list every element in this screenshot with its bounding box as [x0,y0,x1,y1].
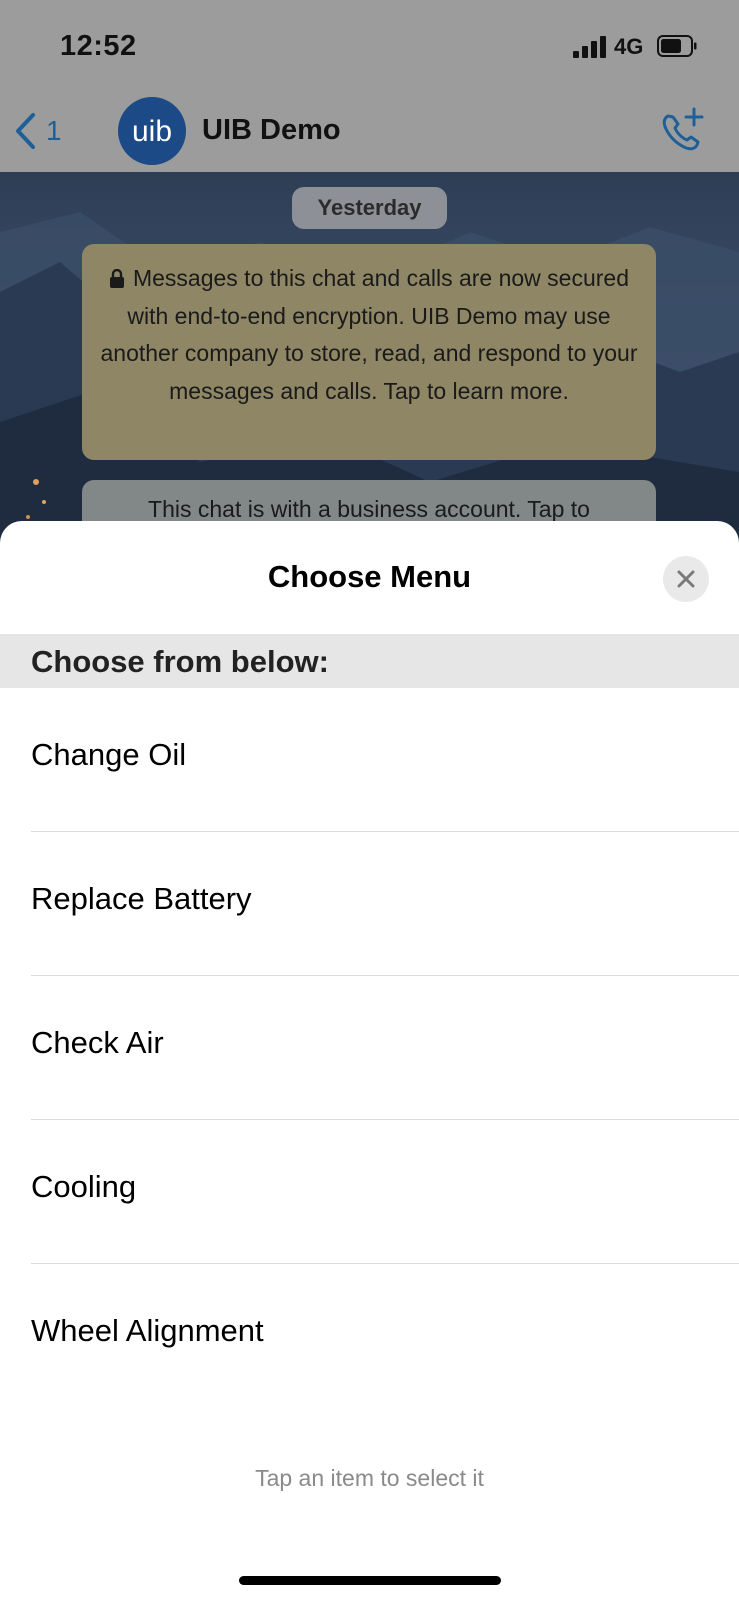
menu-option[interactable]: Replace Battery [0,832,739,976]
menu-option[interactable]: Change Oil [0,688,739,832]
phone-add-icon[interactable] [656,104,708,156]
close-icon [677,570,695,588]
menu-option[interactable]: Cooling [0,1120,739,1264]
menu-options-list: Change Oil Replace Battery Check Air Coo… [0,688,739,1408]
contact-name[interactable]: UIB Demo [202,114,341,147]
home-indicator[interactable] [239,1576,501,1585]
menu-option[interactable]: Wheel Alignment [0,1264,739,1408]
menu-option-label: Wheel Alignment [31,1313,264,1348]
menu-option-label: Cooling [31,1169,137,1204]
unread-count: 1 [46,115,62,146]
network-label: 4G [614,34,644,59]
sheet-title: Choose Menu [267,559,472,594]
signal-icon [573,36,606,58]
uib-logo: uib [132,115,172,148]
business-notice-text: This chat is with a business account. Ta… [148,496,590,522]
menu-option-label: Change Oil [31,737,187,772]
status-bar: 12:52 4G [0,0,739,90]
chat-header: 1 uib UIB Demo [0,90,739,173]
status-time: 12:52 [60,30,137,62]
svg-text:uib: uib [132,115,172,148]
menu-option-label: Replace Battery [31,881,252,916]
lock-icon [109,269,124,288]
back-button[interactable]: 1 [14,108,84,154]
back-chevron-icon [16,113,35,149]
section-label: Choose from below: [31,644,329,679]
menu-option-label: Check Air [31,1025,164,1060]
encryption-notice[interactable]: Messages to this chat and calls are now … [82,244,656,460]
choose-menu-sheet: Choose Menu Choose from below: Change Oi… [0,521,739,1600]
avatar[interactable]: uib [118,97,186,165]
encryption-notice-text: Messages to this chat and calls are now … [100,265,638,404]
menu-option[interactable]: Check Air [0,976,739,1120]
chat-screen: 12:52 4G 1 uib UIB Demo Yesterday Messag… [0,0,739,560]
close-button[interactable] [663,556,709,602]
battery-icon [657,35,697,57]
date-separator: Yesterday [292,187,447,229]
selection-hint: Tap an item to select it [255,1465,484,1491]
section-header: Choose from below: [0,634,739,688]
